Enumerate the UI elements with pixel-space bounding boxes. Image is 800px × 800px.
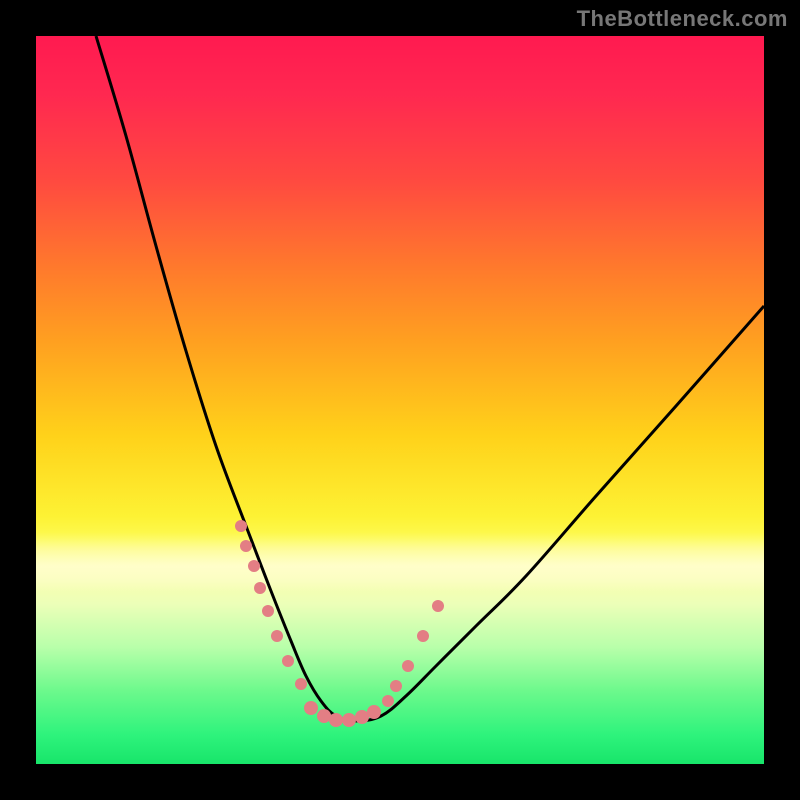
marker-dot (240, 540, 252, 552)
marker-dot (304, 701, 318, 715)
marker-dot (432, 600, 444, 612)
marker-dot (402, 660, 414, 672)
marker-dot (262, 605, 274, 617)
marker-dot (329, 713, 343, 727)
marker-dot (390, 680, 402, 692)
marker-dot (282, 655, 294, 667)
marker-dot (382, 695, 394, 707)
marker-dot (367, 705, 381, 719)
valley-dots (235, 520, 444, 727)
plot-area (36, 36, 764, 764)
marker-dot (235, 520, 247, 532)
marker-dot (254, 582, 266, 594)
bottleneck-curve (96, 36, 764, 721)
stage: TheBottleneck.com (0, 0, 800, 800)
marker-layer (36, 36, 764, 764)
marker-dot (271, 630, 283, 642)
marker-dot (295, 678, 307, 690)
chart-svg (36, 36, 764, 764)
marker-dot (248, 560, 260, 572)
marker-dot (342, 713, 356, 727)
pale-band (36, 532, 764, 592)
marker-dot (317, 709, 331, 723)
marker-dot (417, 630, 429, 642)
marker-dot (355, 710, 369, 724)
bottleneck-curve-thin (356, 306, 764, 721)
watermark: TheBottleneck.com (577, 6, 788, 32)
